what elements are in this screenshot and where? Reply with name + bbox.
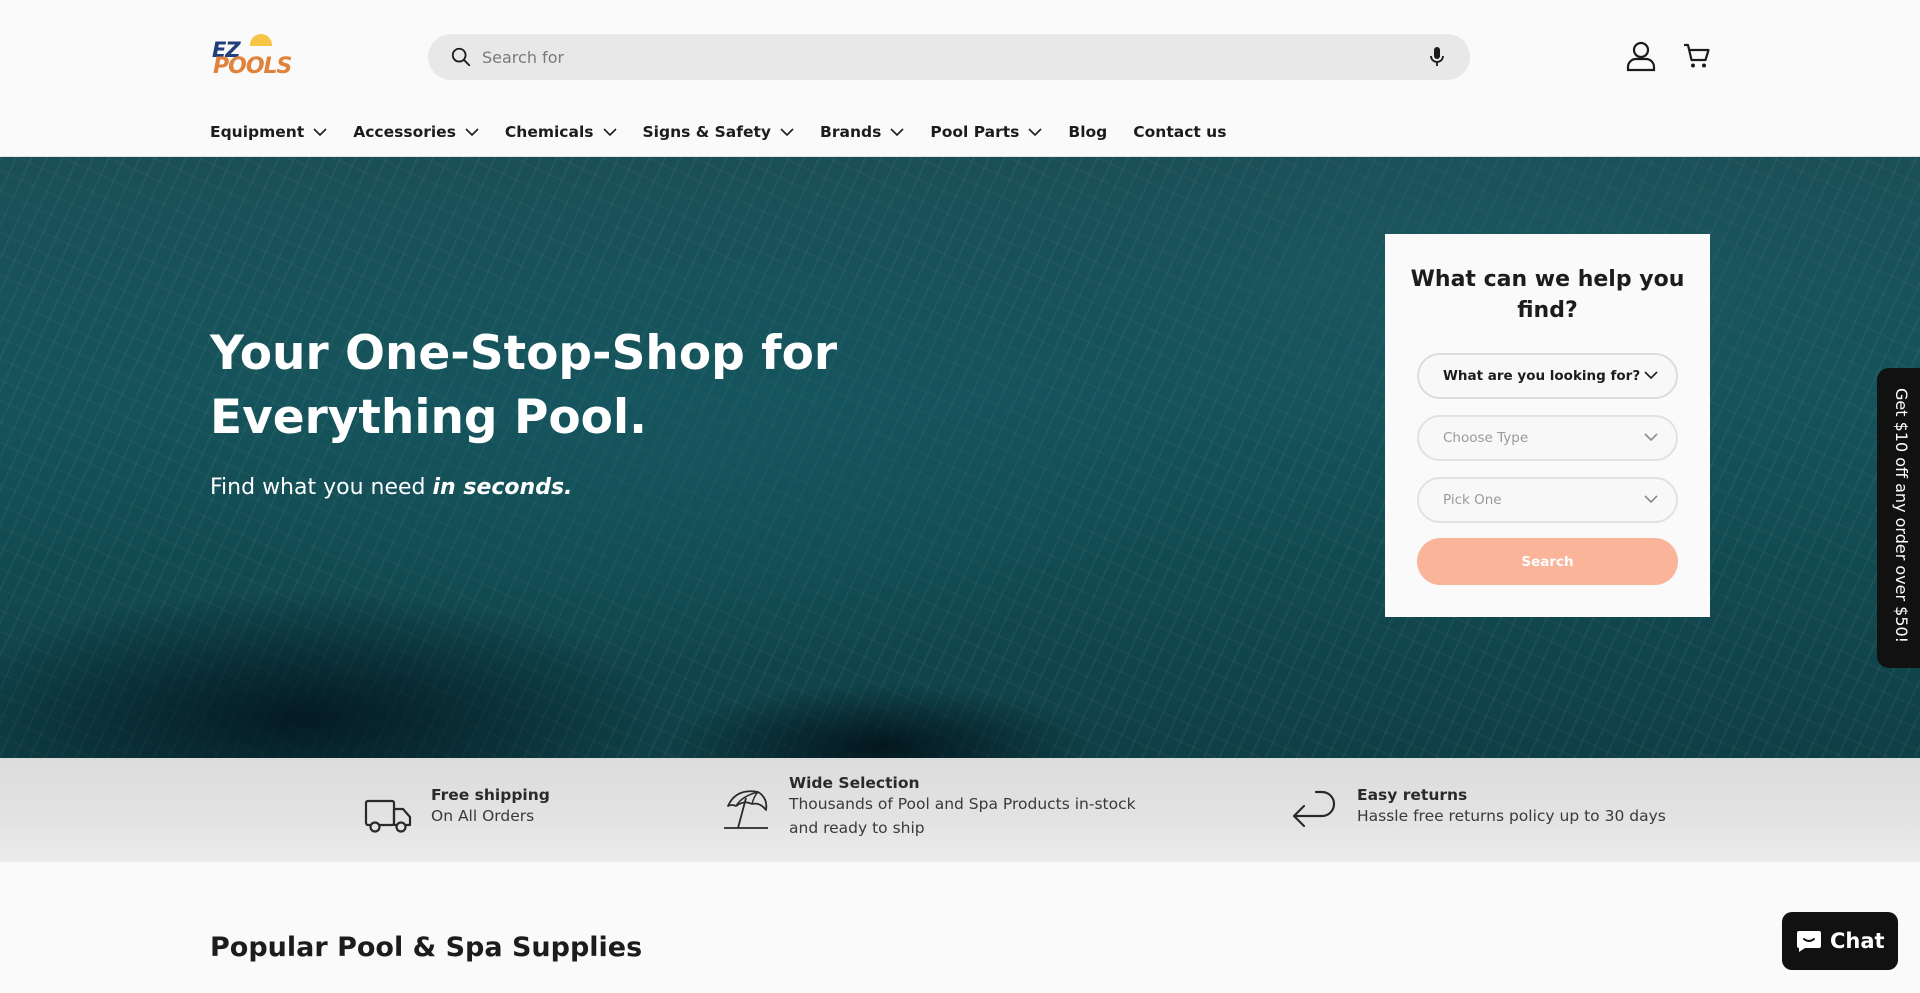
nav-item-label: Equipment	[210, 123, 305, 141]
search-bar[interactable]	[428, 34, 1470, 80]
feature-desc: On All Orders	[431, 807, 535, 825]
chevron-down-icon	[890, 127, 904, 136]
chevron-down-icon	[1028, 127, 1042, 136]
hero-title: Your One-Stop-Shop for Everything Pool.	[210, 326, 838, 445]
nav-item-label: Accessories	[353, 123, 456, 141]
type-select[interactable]: Choose Type	[1417, 415, 1678, 461]
type-select-value: Choose Type	[1443, 430, 1529, 446]
nav-item-label: Brands	[820, 123, 882, 141]
cart-icon[interactable]	[1683, 42, 1711, 70]
nav-item-label: Contact us	[1133, 123, 1227, 141]
chevron-down-icon	[780, 127, 794, 136]
feature-title: Free shipping	[431, 786, 550, 804]
promo-side-tab[interactable]: Get $10 off any order over $50!	[1877, 368, 1920, 668]
search-icon[interactable]	[450, 46, 472, 68]
truck-icon	[364, 799, 412, 833]
option-select[interactable]: Pick One	[1417, 477, 1678, 523]
promo-text: Get $10 off any order over $50!	[1892, 388, 1911, 644]
category-select-value: What are you looking for?	[1443, 368, 1641, 384]
search-input[interactable]	[482, 34, 1382, 80]
nav-item-blog[interactable]: Blog	[1068, 118, 1107, 146]
feature-title: Easy returns	[1357, 786, 1468, 804]
nav-item-label: Pool Parts	[930, 123, 1020, 141]
main-nav: Equipment Accessories Chemicals Signs & …	[210, 118, 1252, 146]
feature-free-shipping: Free shipping On All Orders	[362, 758, 602, 862]
hero-subtitle-text: Find what you need	[210, 475, 433, 500]
chevron-down-icon	[465, 127, 479, 136]
chevron-down-icon	[602, 127, 617, 136]
nav-item-contact-us[interactable]: Contact us	[1133, 118, 1226, 146]
nav-item-label: Chemicals	[504, 123, 594, 141]
chat-label: Chat	[1830, 929, 1885, 953]
chevron-down-icon	[1644, 433, 1658, 442]
nav-item-label: Signs & Safety	[642, 123, 772, 141]
feature-desc: Hassle free returns policy up to 30 days	[1357, 807, 1666, 825]
feature-easy-returns: Easy returns Hassle free returns policy …	[1288, 758, 1688, 862]
chevron-down-icon	[1644, 371, 1658, 380]
product-finder-panel: What can we help you find? What are you …	[1385, 234, 1710, 617]
hero-subtitle: Find what you need in seconds.	[210, 475, 572, 500]
ez-pools-logo[interactable]: EZ POOLS	[210, 34, 292, 79]
nav-item-accessories[interactable]: Accessories	[353, 118, 479, 146]
nav-item-pool-parts[interactable]: Pool Parts	[930, 118, 1042, 146]
feature-title: Wide Selection	[789, 774, 920, 792]
features-strip: Free shipping On All Orders Wide Selecti…	[0, 758, 1920, 862]
hero-subtitle-emphasis: in seconds.	[432, 475, 573, 500]
nav-item-label: Blog	[1068, 123, 1108, 141]
logo-text-pools: POOLS	[213, 54, 292, 79]
feature-text: Easy returns Hassle free returns policy …	[1357, 786, 1697, 828]
umbrella-icon	[724, 790, 768, 829]
nav-item-equipment[interactable]: Equipment	[210, 118, 327, 146]
feature-text: Free shipping On All Orders	[431, 786, 631, 828]
microphone-icon[interactable]	[1428, 46, 1446, 68]
option-select-value: Pick One	[1443, 492, 1502, 508]
site-header: EZ POOLS Equipment Accessories	[0, 0, 1920, 157]
chat-bubble-icon	[1797, 931, 1821, 952]
return-arrow-icon	[1292, 790, 1336, 828]
nav-item-chemicals[interactable]: Chemicals	[505, 118, 617, 146]
category-select[interactable]: What are you looking for?	[1417, 353, 1678, 399]
feature-text: Wide Selection Thousands of Pool and Spa…	[789, 774, 1169, 840]
nav-item-signs-safety[interactable]: Signs & Safety	[643, 118, 795, 146]
feature-desc: Thousands of Pool and Spa Products in-st…	[789, 795, 1136, 837]
chevron-down-icon	[313, 127, 327, 136]
finder-title: What can we help you find?	[1410, 267, 1685, 323]
feature-wide-selection: Wide Selection Thousands of Pool and Spa…	[720, 758, 1170, 862]
account-icon[interactable]	[1626, 40, 1656, 72]
nav-item-brands[interactable]: Brands	[820, 118, 904, 146]
chevron-down-icon	[1644, 495, 1658, 504]
finder-search-button[interactable]: Search	[1417, 538, 1678, 585]
sun-logo-mark	[250, 34, 272, 46]
section-title: Popular Pool & Spa Supplies	[210, 932, 643, 963]
chat-button[interactable]: Chat	[1782, 912, 1898, 970]
